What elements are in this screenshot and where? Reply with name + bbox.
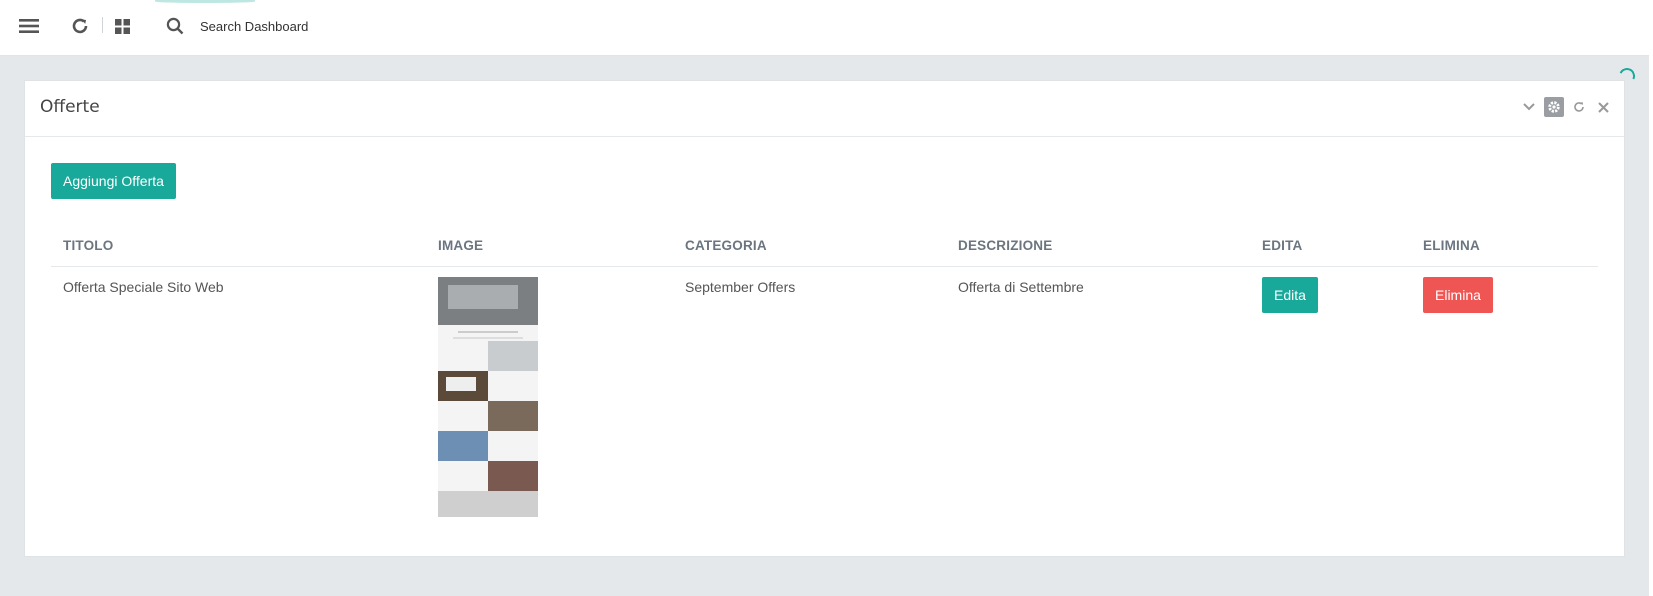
cell-edita: Edita [1250, 266, 1411, 526]
panel-title: Offerte [40, 97, 100, 117]
header-categoria: CATEGORIA [673, 226, 946, 267]
table-header-row: TITOLO IMAGE CATEGORIA DESCRIZIONE EDITA… [51, 226, 1598, 267]
delete-button[interactable]: Elimina [1423, 276, 1493, 313]
top-bar: Search Dashboard [0, 0, 1649, 56]
cell-descrizione: Offerta di Settembre [958, 278, 1084, 295]
refresh-icon[interactable] [1570, 97, 1588, 117]
cell-titolo: Offerta Speciale Sito Web [63, 278, 224, 295]
header-edita: EDITA [1250, 226, 1411, 267]
edit-button[interactable]: Edita [1262, 276, 1318, 313]
refresh-icon[interactable] [69, 15, 91, 37]
cell-categoria: September Offers [685, 278, 796, 295]
header-image: IMAGE [426, 226, 673, 267]
grid-icon[interactable] [111, 15, 133, 37]
offers-table: TITOLO IMAGE CATEGORIA DESCRIZIONE EDITA… [51, 226, 1598, 526]
search-icon[interactable] [164, 15, 186, 37]
panel-tools [1520, 97, 1612, 117]
search-dashboard-input[interactable]: Search Dashboard [200, 19, 308, 34]
cell-image [426, 266, 673, 526]
menu-icon[interactable] [18, 15, 40, 37]
chevron-down-icon[interactable] [1520, 97, 1538, 117]
header-descrizione: DESCRIZIONE [946, 226, 1250, 267]
scrollbar[interactable] [1649, 0, 1653, 596]
header-elimina: ELIMINA [1411, 226, 1598, 267]
offerte-panel: Offerte Aggiungi Offerta TITOLO IMAGE CA… [24, 80, 1625, 557]
offer-thumbnail-image [438, 276, 538, 517]
topbar-separator [102, 17, 103, 33]
table-row: Offerta Speciale Sito Web September Offe… [51, 266, 1598, 526]
top-accent [155, 0, 255, 3]
add-offer-button[interactable]: Aggiungi Offerta [51, 163, 176, 199]
cell-elimina: Elimina [1411, 266, 1598, 526]
close-icon[interactable] [1594, 97, 1612, 117]
panel-header: Offerte [25, 81, 1624, 137]
header-titolo: TITOLO [51, 226, 426, 267]
gear-icon[interactable] [1544, 97, 1564, 117]
